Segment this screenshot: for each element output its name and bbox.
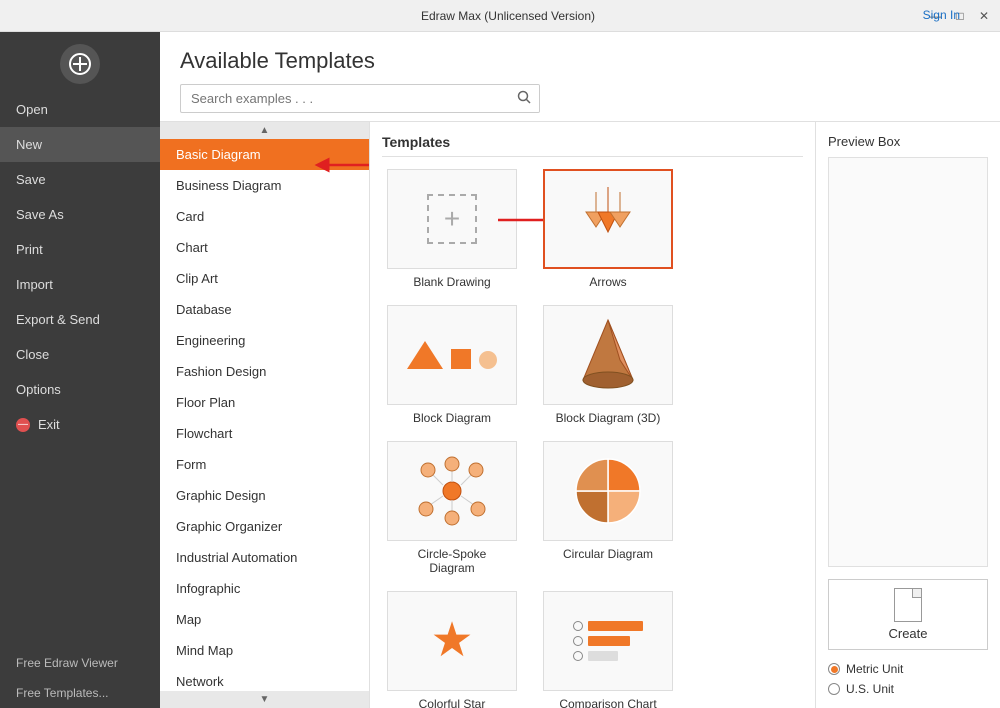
template-item-circular-diagram[interactable]: Circular Diagram: [538, 441, 678, 575]
comparison-chart-preview: [567, 615, 649, 667]
template-item-comparison-chart[interactable]: Comparison Chart: [538, 591, 678, 708]
template-label-circular-diagram: Circular Diagram: [563, 547, 653, 561]
create-button[interactable]: Create: [828, 579, 988, 650]
search-button[interactable]: [509, 85, 539, 112]
sidebar-item-save-as[interactable]: Save As: [0, 197, 160, 232]
block-triangle-shape: [407, 341, 443, 369]
template-thumb-arrows: [543, 169, 673, 269]
template-thumb-circle-spoke: [387, 441, 517, 541]
template-thumb-block-diagram: [387, 305, 517, 405]
template-item-block-diagram-3d[interactable]: Block Diagram (3D): [538, 305, 678, 425]
sidebar-item-options[interactable]: Options: [0, 372, 160, 407]
unit-option-us[interactable]: U.S. Unit: [828, 682, 988, 696]
metric-radio: [828, 663, 840, 675]
category-item-fashion-design[interactable]: Fashion Design: [160, 356, 369, 387]
circle-spoke-preview: [415, 454, 490, 529]
circular-diagram-icon: [571, 454, 646, 529]
category-item-flowchart[interactable]: Flowchart: [160, 418, 369, 449]
category-scroll-up[interactable]: ▲: [160, 122, 369, 139]
sidebar-item-new[interactable]: New: [0, 127, 160, 162]
unit-options: Metric Unit U.S. Unit: [828, 662, 988, 696]
category-item-database[interactable]: Database: [160, 294, 369, 325]
sidebar-item-close[interactable]: Close: [0, 337, 160, 372]
templates-header: Templates: [382, 134, 803, 157]
sidebar-item-free-viewer[interactable]: Free Edraw Viewer: [0, 648, 160, 678]
template-thumb-block-diagram-3d: [543, 305, 673, 405]
sidebar-item-import[interactable]: Import: [0, 267, 160, 302]
sidebar-item-print[interactable]: Print: [0, 232, 160, 267]
sidebar-item-save[interactable]: Save: [0, 162, 160, 197]
category-item-form[interactable]: Form: [160, 449, 369, 480]
template-thumb-blank: +: [387, 169, 517, 269]
template-label-block-diagram: Block Diagram: [413, 411, 491, 425]
sidebar-item-exit[interactable]: — Exit: [0, 407, 160, 442]
sidebar-item-export-send[interactable]: Export & Send: [0, 302, 160, 337]
templates-area: Templates +: [370, 122, 815, 708]
template-thumb-circular-diagram: [543, 441, 673, 541]
template-label-blank: Blank Drawing: [413, 275, 490, 289]
templates-grid: + Blank Drawing: [382, 169, 803, 708]
sign-in-link[interactable]: Sign In: [923, 8, 960, 22]
category-item-engineering[interactable]: Engineering: [160, 325, 369, 356]
template-label-comparison-chart: Comparison Chart: [559, 697, 656, 708]
create-doc-icon: [894, 588, 922, 622]
category-item-graphic-organizer[interactable]: Graphic Organizer: [160, 511, 369, 542]
template-item-block-diagram[interactable]: Block Diagram: [382, 305, 522, 425]
title-bar: Edraw Max (Unlicensed Version) — □ ✕ Sig…: [0, 0, 1000, 32]
app-logo[interactable]: [60, 44, 100, 84]
content-header: Available Templates: [160, 32, 1000, 122]
us-radio: [828, 683, 840, 695]
page-title: Available Templates: [180, 48, 980, 74]
block-3d-icon: [578, 315, 638, 395]
search-bar: [180, 84, 540, 113]
template-label-colorful-star: Colorful Star: [419, 697, 486, 708]
star-icon: ★: [430, 617, 473, 665]
unit-option-metric[interactable]: Metric Unit: [828, 662, 988, 676]
template-item-circle-spoke[interactable]: Circle-SpokeDiagram: [382, 441, 522, 575]
preview-title: Preview Box: [828, 134, 988, 149]
metric-radio-selected: [831, 666, 838, 673]
exit-icon: —: [16, 418, 30, 432]
template-item-colorful-star[interactable]: ★ Colorful Star: [382, 591, 522, 708]
category-item-business-diagram[interactable]: Business Diagram: [160, 170, 369, 201]
block-diagram-preview: [407, 341, 497, 369]
category-item-infographic[interactable]: Infographic: [160, 573, 369, 604]
template-item-arrows[interactable]: Arrows: [538, 169, 678, 289]
content-area: Available Templates ▲ Basic Diagram: [160, 32, 1000, 708]
preview-area: [828, 157, 988, 567]
category-item-basic-diagram[interactable]: Basic Diagram: [160, 139, 369, 170]
middle-row: ▲ Basic Diagram Business Diagram Card Ch…: [160, 122, 1000, 708]
category-item-floor-plan[interactable]: Floor Plan: [160, 387, 369, 418]
template-thumb-comparison-chart: [543, 591, 673, 691]
preview-box: Preview Box Create Metric Unit U: [815, 122, 1000, 708]
circle-spoke-icon: [415, 454, 490, 529]
template-label-circle-spoke: Circle-SpokeDiagram: [418, 547, 487, 575]
blank-drawing-icon: +: [427, 194, 477, 244]
title-bar-title: Edraw Max (Unlicensed Version): [88, 9, 928, 23]
category-item-card[interactable]: Card: [160, 201, 369, 232]
category-item-clip-art[interactable]: Clip Art: [160, 263, 369, 294]
category-item-industrial-automation[interactable]: Industrial Automation: [160, 542, 369, 573]
sidebar: Open New Save Save As Print Import Expor…: [0, 32, 160, 708]
category-item-graphic-design[interactable]: Graphic Design: [160, 480, 369, 511]
template-label-arrows: Arrows: [589, 275, 626, 289]
category-item-mind-map[interactable]: Mind Map: [160, 635, 369, 666]
template-item-blank[interactable]: + Blank Drawing: [382, 169, 522, 289]
template-thumb-colorful-star: ★: [387, 591, 517, 691]
arrows-icon: [576, 182, 641, 257]
block-circle-shape: [479, 351, 497, 369]
sidebar-item-open[interactable]: Open: [0, 92, 160, 127]
category-item-map[interactable]: Map: [160, 604, 369, 635]
sidebar-item-free-templates[interactable]: Free Templates...: [0, 678, 160, 708]
template-label-block-diagram-3d: Block Diagram (3D): [556, 411, 661, 425]
category-item-chart[interactable]: Chart: [160, 232, 369, 263]
category-scroll-down[interactable]: ▼: [160, 691, 369, 708]
close-btn[interactable]: ✕: [976, 8, 992, 24]
block-square-shape: [451, 349, 471, 369]
category-list: ▲ Basic Diagram Business Diagram Card Ch…: [160, 122, 370, 708]
search-input[interactable]: [181, 86, 509, 111]
